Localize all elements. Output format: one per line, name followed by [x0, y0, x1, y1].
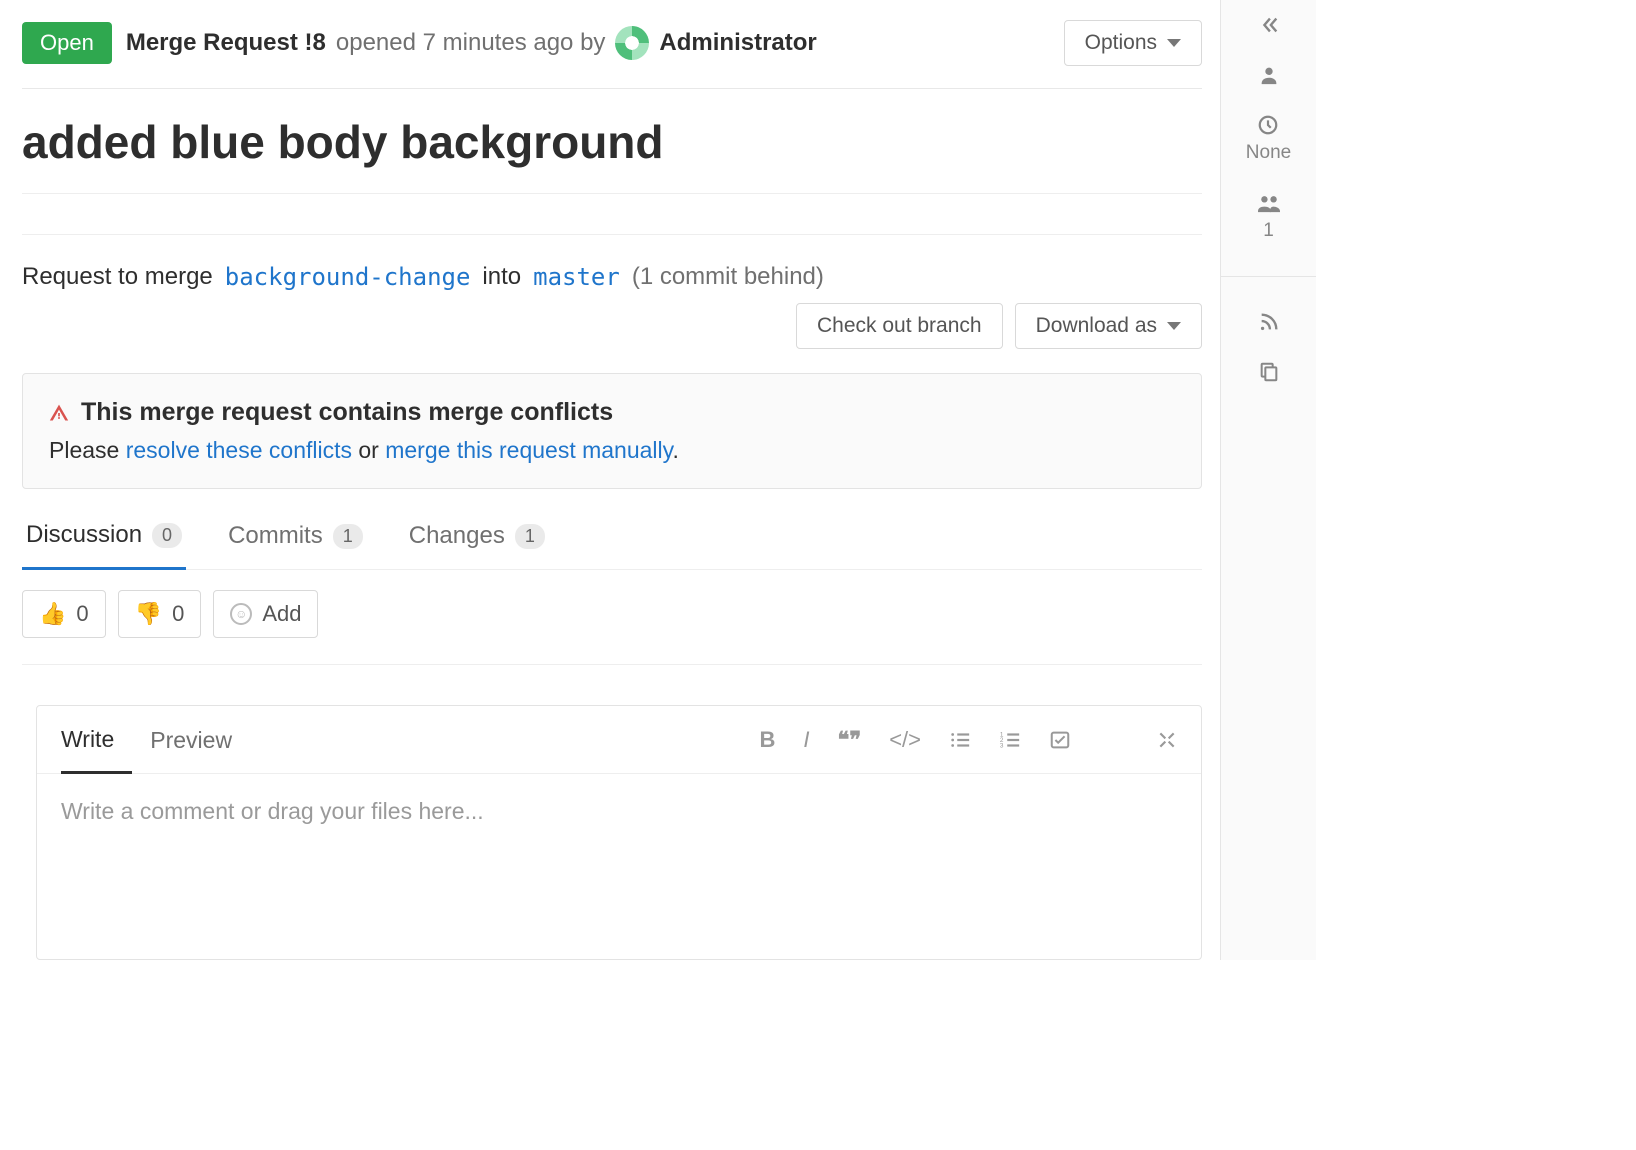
thumbs-down-icon: 👎	[135, 601, 162, 627]
resolve-conflicts-link[interactable]: resolve these conflicts	[126, 437, 352, 463]
thumbs-down-button[interactable]: 👎 0	[118, 590, 202, 638]
download-as-button[interactable]: Download as	[1015, 303, 1202, 349]
chevron-down-icon	[1167, 39, 1181, 47]
target-branch-link[interactable]: master	[533, 263, 620, 291]
mr-header-text: Merge Request !8 opened 7 minutes ago by…	[126, 26, 1050, 60]
assignee-icon[interactable]	[1258, 64, 1280, 86]
fullscreen-icon[interactable]	[1157, 730, 1177, 750]
merge-into: into	[482, 263, 521, 291]
right-sidebar: None 1	[1220, 0, 1316, 960]
preview-tab[interactable]: Preview	[150, 707, 250, 772]
source-branch-link[interactable]: background-change	[225, 263, 471, 291]
conflict-alert: This merge request contains merge confli…	[22, 373, 1202, 489]
participants-count: 1	[1263, 220, 1274, 242]
milestone-section[interactable]: None	[1246, 114, 1291, 164]
author-avatar[interactable]	[615, 26, 649, 60]
behind-text: (1 commit behind)	[632, 263, 824, 291]
code-icon[interactable]: </>	[889, 727, 921, 753]
milestone-value: None	[1246, 142, 1291, 164]
checkout-branch-button[interactable]: Check out branch	[796, 303, 1003, 349]
comment-textarea[interactable]	[37, 774, 1201, 954]
write-tab[interactable]: Write	[61, 706, 132, 774]
commits-count: 1	[333, 524, 363, 549]
quote-icon[interactable]: ❝❞	[838, 727, 862, 753]
thumbs-up-icon: 👍	[39, 601, 66, 627]
bold-icon[interactable]: B	[759, 727, 775, 753]
status-badge: Open	[22, 22, 112, 64]
comment-editor: Write Preview B I ❝❞ </> 123	[36, 705, 1202, 960]
participants-section[interactable]: 1	[1256, 192, 1282, 242]
tab-commits[interactable]: Commits 1	[224, 507, 367, 569]
merge-prefix: Request to merge	[22, 263, 213, 291]
notifications-icon[interactable]	[1258, 311, 1280, 333]
warning-icon	[49, 403, 69, 423]
thumbs-up-button[interactable]: 👍 0	[22, 590, 106, 638]
author-name[interactable]: Administrator	[659, 29, 816, 57]
italic-icon[interactable]: I	[803, 727, 809, 753]
tab-discussion[interactable]: Discussion 0	[22, 507, 186, 570]
options-button[interactable]: Options	[1064, 20, 1202, 66]
tab-changes[interactable]: Changes 1	[405, 507, 549, 569]
changes-count: 1	[515, 524, 545, 549]
merge-manually-link[interactable]: merge this request manually	[385, 437, 672, 463]
mr-title: added blue body background	[22, 89, 1202, 194]
discussion-count: 0	[152, 523, 182, 548]
add-reaction-button[interactable]: ☺ Add	[213, 590, 318, 638]
emoji-icon: ☺	[230, 603, 252, 625]
bullet-list-icon[interactable]	[949, 729, 971, 751]
chevron-down-icon	[1167, 322, 1181, 330]
task-list-icon[interactable]	[1049, 729, 1071, 751]
svg-text:3: 3	[1000, 742, 1004, 749]
collapse-sidebar-button[interactable]	[1258, 14, 1280, 36]
numbered-list-icon[interactable]: 123	[999, 729, 1021, 751]
reference-icon[interactable]	[1258, 361, 1280, 383]
